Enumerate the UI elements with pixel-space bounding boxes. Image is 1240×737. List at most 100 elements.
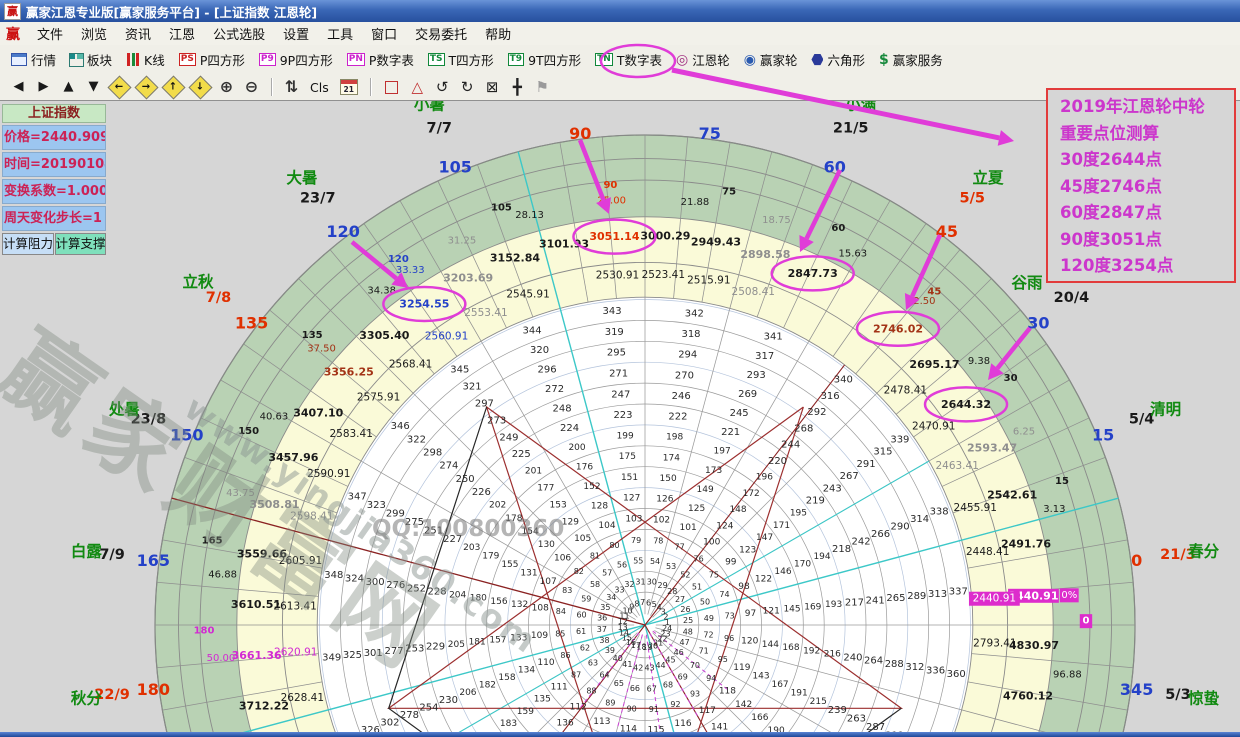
svg-text:293: 293 [747,370,766,381]
svg-text:147: 147 [756,533,773,543]
svg-text:250: 250 [456,474,475,485]
svg-text:288: 288 [885,659,904,670]
parameter-row-0[interactable]: 价格=2440.9099 [2,125,106,150]
note-line-1: 重要点位测算 [1060,121,1234,148]
svg-text:263: 263 [847,714,866,725]
svg-text:170: 170 [794,560,811,570]
svg-text:314: 314 [910,514,929,525]
svg-text:2463.41: 2463.41 [935,460,978,472]
note-line-5: 90度3051点 [1060,227,1234,254]
svg-text:59: 59 [581,594,591,603]
svg-text:216: 216 [824,650,841,660]
svg-text:3.13: 3.13 [1043,504,1065,515]
svg-text:133: 133 [510,633,527,643]
svg-text:273: 273 [487,415,506,426]
svg-text:176: 176 [576,462,593,472]
svg-text:9.38: 9.38 [968,356,990,367]
svg-text:2523.41: 2523.41 [642,269,685,281]
svg-text:200: 200 [568,443,585,453]
svg-text:119: 119 [733,663,750,673]
svg-text:15.63: 15.63 [839,248,868,259]
svg-text:242: 242 [852,537,871,548]
parameter-row-3[interactable]: 周天变化步长=1 [2,206,106,231]
svg-text:360: 360 [947,669,966,680]
svg-text:48: 48 [683,627,693,636]
svg-text:110: 110 [537,658,554,668]
svg-text:226: 226 [472,487,491,498]
svg-text:31.25: 31.25 [448,236,477,247]
svg-text:64: 64 [599,670,609,679]
svg-text:192: 192 [803,646,820,656]
svg-text:121: 121 [763,607,780,617]
svg-text:345: 345 [1120,680,1153,699]
svg-text:2746.02: 2746.02 [873,322,923,335]
svg-text:26: 26 [680,605,690,614]
parameter-row-2[interactable]: 变换系数=1.00000 [2,179,106,204]
svg-text:319: 319 [605,327,624,338]
svg-text:7: 7 [640,598,645,607]
svg-text:193: 193 [825,600,842,610]
svg-text:345: 345 [450,365,469,376]
svg-text:大暑: 大暑 [286,168,317,187]
parameter-panel: 上证指数 价格=2440.9099时间=20190104变换系数=1.00000… [2,104,106,255]
svg-text:2613.41: 2613.41 [273,601,316,613]
svg-text:75: 75 [722,187,736,198]
svg-text:60: 60 [576,610,586,619]
svg-text:267: 267 [840,471,859,482]
calc-support-button[interactable]: 计算支撑 [55,233,107,255]
svg-text:346: 346 [391,421,410,432]
calc-resistance-button[interactable]: 计算阻力 [2,233,54,255]
svg-text:98: 98 [738,582,750,592]
svg-text:4: 4 [657,603,662,612]
svg-text:166: 166 [751,713,768,723]
svg-text:2620.91: 2620.91 [274,646,317,658]
svg-text:247: 247 [611,389,630,400]
svg-text:93: 93 [690,689,700,698]
svg-text:150: 150 [660,474,677,484]
svg-text:103: 103 [625,515,642,525]
svg-text:63: 63 [588,658,598,667]
svg-text:127: 127 [623,494,640,504]
svg-text:12.50: 12.50 [907,296,936,307]
svg-text:339: 339 [890,434,909,445]
svg-text:245: 245 [730,408,749,419]
svg-text:71: 71 [699,647,709,656]
svg-text:2448.41: 2448.41 [966,546,1009,558]
svg-text:298: 298 [423,448,442,459]
svg-text:180: 180 [137,680,170,699]
svg-text:秋分: 秋分 [71,689,103,708]
svg-text:177: 177 [537,483,554,493]
svg-text:118: 118 [719,687,736,697]
svg-text:109: 109 [531,631,548,641]
svg-text:89: 89 [605,698,615,707]
svg-text:203: 203 [463,543,480,553]
window-bottom-border [0,732,1240,737]
svg-text:219: 219 [806,496,825,507]
svg-text:2628.41: 2628.41 [281,692,324,704]
svg-text:215: 215 [810,697,827,707]
svg-text:3051.14: 3051.14 [589,230,639,243]
parameter-row-1[interactable]: 时间=20190104 [2,152,106,177]
svg-text:67: 67 [647,684,657,693]
svg-text:2553.41: 2553.41 [464,307,507,319]
svg-text:180: 180 [194,626,215,637]
svg-text:84: 84 [556,607,566,616]
svg-text:51: 51 [692,583,702,592]
svg-text:2508.41: 2508.41 [732,286,775,298]
svg-text:5: 5 [652,600,657,609]
svg-text:180: 180 [470,594,487,604]
svg-text:223: 223 [613,410,632,421]
svg-text:88: 88 [586,687,596,696]
annotation-note-box: 2019年江恩轮中轮重要点位测算30度2644点45度2746点60度2847点… [1046,88,1236,283]
svg-text:173: 173 [705,466,722,476]
svg-text:52: 52 [680,571,690,580]
svg-text:113: 113 [593,717,610,727]
svg-text:123: 123 [739,545,756,555]
svg-text:302: 302 [380,717,399,728]
svg-text:3407.10: 3407.10 [293,406,343,419]
svg-text:春分: 春分 [1187,541,1220,560]
svg-text:297: 297 [475,398,494,409]
app-window: 赢 赢家江恩专业版[赢家服务平台] - [上证指数 江恩轮] 赢 文件浏览资讯江… [0,0,1240,737]
svg-text:24: 24 [662,624,672,633]
svg-text:125: 125 [688,504,705,514]
